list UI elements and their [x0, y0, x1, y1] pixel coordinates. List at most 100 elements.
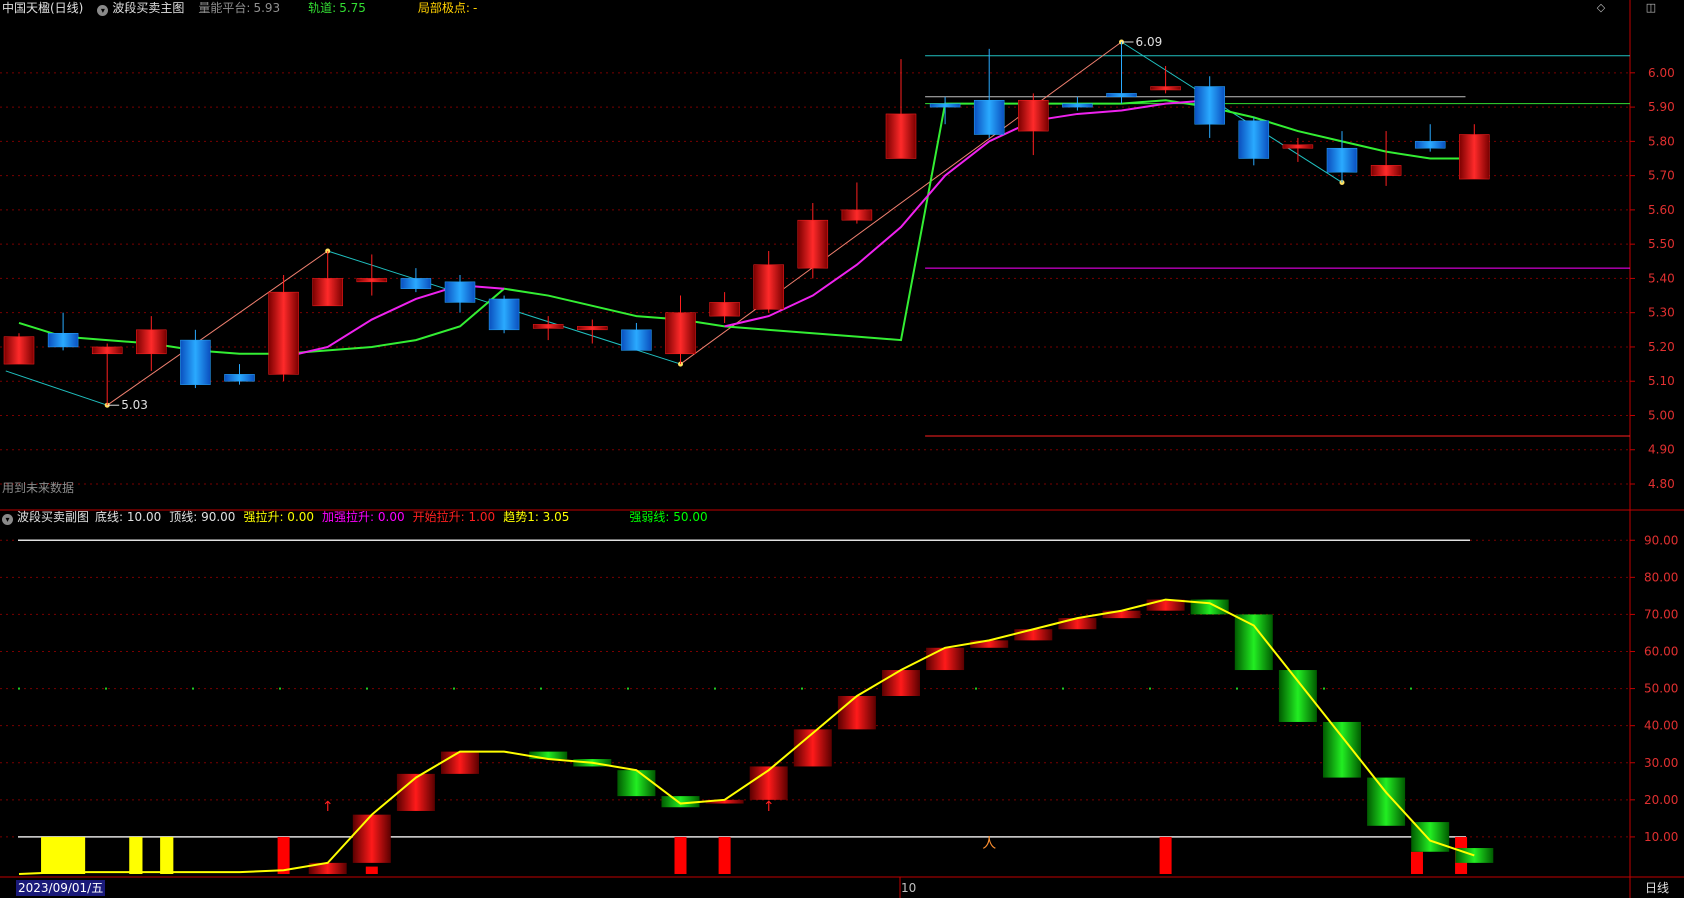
strength-line-dot: [627, 687, 629, 690]
trend-bar: [529, 751, 568, 760]
trend-bar: [1058, 618, 1097, 630]
candle-body: [356, 278, 388, 283]
main-tick-label: 5.60: [1648, 203, 1675, 217]
sub-indicator-name[interactable]: 波段买卖副图: [17, 510, 89, 524]
candle-body: [1282, 144, 1314, 149]
sub-tick-label: 20.00: [1644, 793, 1678, 807]
strong-pull-block: [129, 836, 143, 874]
track-value: 5.75: [339, 1, 366, 15]
future-data-note: 用到未来数据: [2, 481, 75, 495]
track-label: 轨道:: [308, 1, 337, 15]
diamond-icon[interactable]: ◇: [1594, 1, 1608, 15]
trend-bar: [1278, 670, 1317, 722]
pivot-value: -: [472, 1, 478, 15]
pivot-value-label: 5.03: [121, 398, 148, 412]
candle-body: [1414, 141, 1446, 149]
main-tick-label: 5.80: [1648, 134, 1675, 148]
candle-body: [1194, 86, 1225, 125]
strength-line-dot: [18, 687, 20, 690]
trend-bar: [837, 696, 876, 730]
strength-line-dot: [540, 687, 542, 690]
candle-body: [444, 281, 476, 303]
candle-body: [1106, 93, 1137, 98]
strength-line-dot: [1323, 687, 1325, 690]
sub-tick-label: 40.00: [1644, 719, 1678, 733]
month-mark: 10: [901, 881, 917, 895]
stock-chart[interactable]: 6.00 5.90 5.80 5.70 5.60 5.50 5.40 5.30 5.20 5.10…: [0, 0, 1684, 898]
chevron-down-icon[interactable]: ▾: [2, 514, 13, 525]
sub-toggle[interactable]: ▾: [2, 510, 17, 525]
sub-tick-label: 60.00: [1644, 645, 1678, 659]
date-label: 2023/09/01/五: [16, 880, 106, 896]
candle-body: [312, 278, 343, 307]
strength-line-dot: [366, 687, 368, 690]
start-pull-bar: [277, 836, 290, 874]
indicator-toggle-icon[interactable]: ▾: [97, 1, 112, 16]
candle-body: [1062, 103, 1093, 108]
stock-title[interactable]: 中国天楹(日线): [2, 1, 83, 15]
chevron-down-icon[interactable]: ▾: [97, 5, 109, 16]
sub-tick-label: 50.00: [1644, 682, 1678, 696]
candle-body: [885, 113, 917, 159]
candle-body: [753, 264, 784, 310]
main-indicator-name[interactable]: 波段买卖主图: [112, 1, 184, 15]
candle-body: [1326, 147, 1358, 173]
strength-line-dot: [192, 687, 194, 690]
candle-body: [1370, 165, 1402, 176]
main-tick-label: 5.50: [1648, 237, 1675, 251]
main-tick-label: 5.20: [1648, 340, 1675, 354]
strength-line-dot: [1236, 687, 1238, 690]
candle-body: [47, 332, 79, 348]
pivot-value-label: 6.09: [1136, 35, 1163, 49]
sub-stat-3: 加强拉升: 0.00: [322, 510, 405, 524]
sub-tick-label: 30.00: [1644, 756, 1678, 770]
background: [0, 0, 1684, 898]
strong-pull-block: [160, 836, 174, 874]
window-icon[interactable]: ◫: [1644, 1, 1658, 15]
period-label[interactable]: 日线: [1645, 880, 1669, 896]
trend-bar: [441, 751, 479, 774]
pivot-label: 局部极点:: [417, 1, 470, 15]
sub-stat-6: 强弱线: 50.00: [629, 510, 708, 524]
candle-body: [797, 219, 829, 269]
sub-tick-label: 10.00: [1644, 830, 1678, 844]
main-header: 中国天楹(日线) ▾ 波段买卖主图 量能平台: 5.93 轨道: 5.75 局部极点: -: [2, 0, 505, 16]
candle-body: [577, 326, 608, 331]
platform-label: 量能平台:: [198, 1, 251, 15]
trend-bar: [882, 670, 920, 696]
main-tick-label: 5.70: [1648, 169, 1675, 183]
candle-body: [1018, 99, 1049, 132]
strength-line-dot: [279, 687, 281, 690]
candle-body: [400, 278, 432, 289]
candle-body: [3, 336, 35, 365]
trend-bar: [749, 766, 788, 800]
candle-body: [665, 312, 696, 355]
main-tick-label: 5.90: [1648, 100, 1675, 114]
candle-body: [268, 291, 299, 375]
start-pull-bar: [674, 836, 687, 874]
sub-tick-label: 80.00: [1644, 570, 1678, 584]
start-pull-bar: [365, 866, 378, 874]
main-tick-label: 6.00: [1648, 66, 1675, 80]
candle-body: [621, 329, 652, 351]
main-tick-label: 4.90: [1648, 443, 1675, 457]
track-stat: 轨道: 5.75: [308, 1, 380, 15]
trend-bar: [1102, 610, 1141, 619]
strength-line-dot: [714, 687, 716, 690]
platform-value: 5.93: [253, 1, 281, 15]
sub-stat-4: 开始拉升: 1.00: [412, 510, 496, 524]
strength-line-dot: [1062, 687, 1064, 690]
candle-body: [1238, 120, 1270, 159]
sub-stats: 底线: 10.00 顶线: 90.00 强拉升: 0.00 加强拉升: 0.00 开始拉…: [95, 510, 716, 524]
candle-body: [929, 103, 961, 108]
main-tick-label: 4.80: [1648, 477, 1675, 491]
strength-line-dot: [1410, 687, 1412, 690]
trend-bar: [926, 647, 965, 671]
signal-arrow: 人: [982, 836, 996, 852]
strength-line-dot: [453, 687, 455, 690]
trend-bar: [617, 770, 656, 797]
pivot-stat: 局部极点: -: [418, 1, 491, 15]
strength-line-dot: [975, 687, 977, 690]
candle-body: [488, 298, 520, 331]
candle-body: [973, 99, 1005, 135]
